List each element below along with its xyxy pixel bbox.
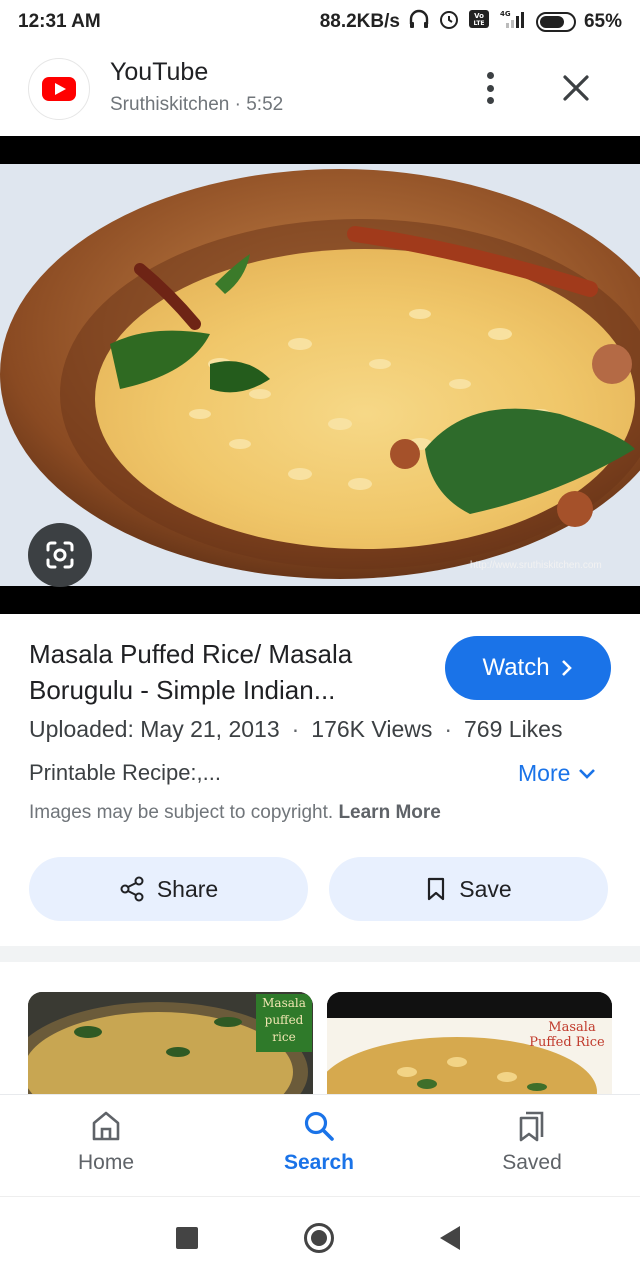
source-header: YouTube Sruthiskitchen · 5:52: [0, 52, 640, 132]
alarm-icon: [438, 8, 460, 36]
nav-search-label: Search: [283, 1151, 355, 1174]
more-options-icon[interactable]: [478, 68, 502, 108]
system-navigation: [0, 1196, 640, 1280]
headphones-icon: [408, 8, 430, 36]
upload-date: Uploaded: May 21, 2013: [29, 716, 280, 742]
related-caption-1: Masala: [262, 996, 306, 1010]
svg-text:puffed: puffed: [265, 1013, 304, 1027]
learn-more-link[interactable]: Learn More: [338, 802, 440, 823]
copyright-text: Images may be subject to copyright.: [29, 802, 334, 823]
watch-button[interactable]: Watch: [445, 636, 611, 700]
result-image[interactable]: [0, 164, 640, 586]
battery-percent: 65%: [583, 11, 622, 32]
status-time: 12:31 AM: [18, 11, 101, 32]
save-button[interactable]: Save: [329, 857, 608, 921]
nav-search[interactable]: Search: [259, 1109, 379, 1175]
chevron-right-icon: [561, 660, 572, 676]
result-title[interactable]: Masala Puffed Rice/ Masala Borugulu - Si…: [29, 636, 419, 708]
source-subtitle: Sruthiskitchen · 5:52: [110, 94, 284, 115]
close-icon[interactable]: [556, 68, 596, 108]
image-watermark: http://www.sruthiskitchen.com: [470, 560, 602, 571]
signal-icon: 4G: [498, 8, 528, 36]
saved-icon: [519, 1111, 544, 1142]
copyright-notice: Images may be subject to copyright. Lear…: [29, 802, 441, 824]
nav-saved[interactable]: Saved: [472, 1109, 592, 1175]
chevron-down-icon: [579, 768, 596, 779]
status-bar: 12:31 AM 88.2KB/s Vo LTE 4G 65%: [0, 0, 640, 44]
volte-icon: Vo LTE: [468, 8, 490, 36]
search-icon: [304, 1111, 334, 1141]
save-label: Save: [459, 875, 512, 902]
view-count: 176K Views: [311, 716, 433, 742]
watch-label: Watch: [482, 654, 550, 681]
svg-text:LTE: LTE: [473, 20, 484, 27]
battery-icon: [535, 12, 576, 32]
nav-home[interactable]: Home: [46, 1109, 166, 1175]
nav-saved-label: Saved: [502, 1151, 562, 1174]
section-divider: [0, 946, 640, 962]
svg-text:Puffed Rice: Puffed Rice: [529, 1035, 605, 1050]
related-caption-2: Masala: [548, 1020, 596, 1035]
svg-text:rice: rice: [272, 1030, 295, 1044]
like-count: 769 Likes: [464, 716, 563, 742]
svg-text:4G: 4G: [500, 10, 511, 18]
bookmark-icon: [428, 877, 445, 901]
svg-text:Vo: Vo: [474, 12, 484, 20]
share-button[interactable]: Share: [29, 857, 308, 921]
more-label: More: [518, 760, 571, 786]
video-meta: Uploaded: May 21, 2013 · 176K Views · 769 Li…: [29, 716, 563, 742]
source-title: YouTube: [110, 58, 209, 86]
related-thumbnail[interactable]: Masala puffed rice: [28, 992, 313, 1096]
home-button[interactable]: [304, 1223, 334, 1253]
nav-home-label: Home: [77, 1151, 135, 1174]
more-button[interactable]: More: [518, 760, 596, 787]
recents-button[interactable]: [176, 1227, 198, 1249]
network-speed: 88.2KB/s: [319, 11, 400, 32]
youtube-logo: [28, 58, 90, 120]
lens-icon: [46, 541, 74, 569]
home-icon: [92, 1111, 120, 1141]
back-button[interactable]: [440, 1226, 460, 1250]
related-thumbnail[interactable]: Masala Puffed Rice: [327, 992, 612, 1096]
lens-button[interactable]: [28, 523, 92, 587]
bottom-navigation: Home Search Saved: [0, 1094, 640, 1196]
share-label: Share: [156, 875, 219, 902]
video-description: Printable Recipe:,...: [29, 760, 221, 785]
share-icon: [120, 876, 144, 902]
result-image-frame[interactable]: http://www.sruthiskitchen.com: [0, 136, 640, 614]
youtube-icon: [42, 77, 76, 101]
